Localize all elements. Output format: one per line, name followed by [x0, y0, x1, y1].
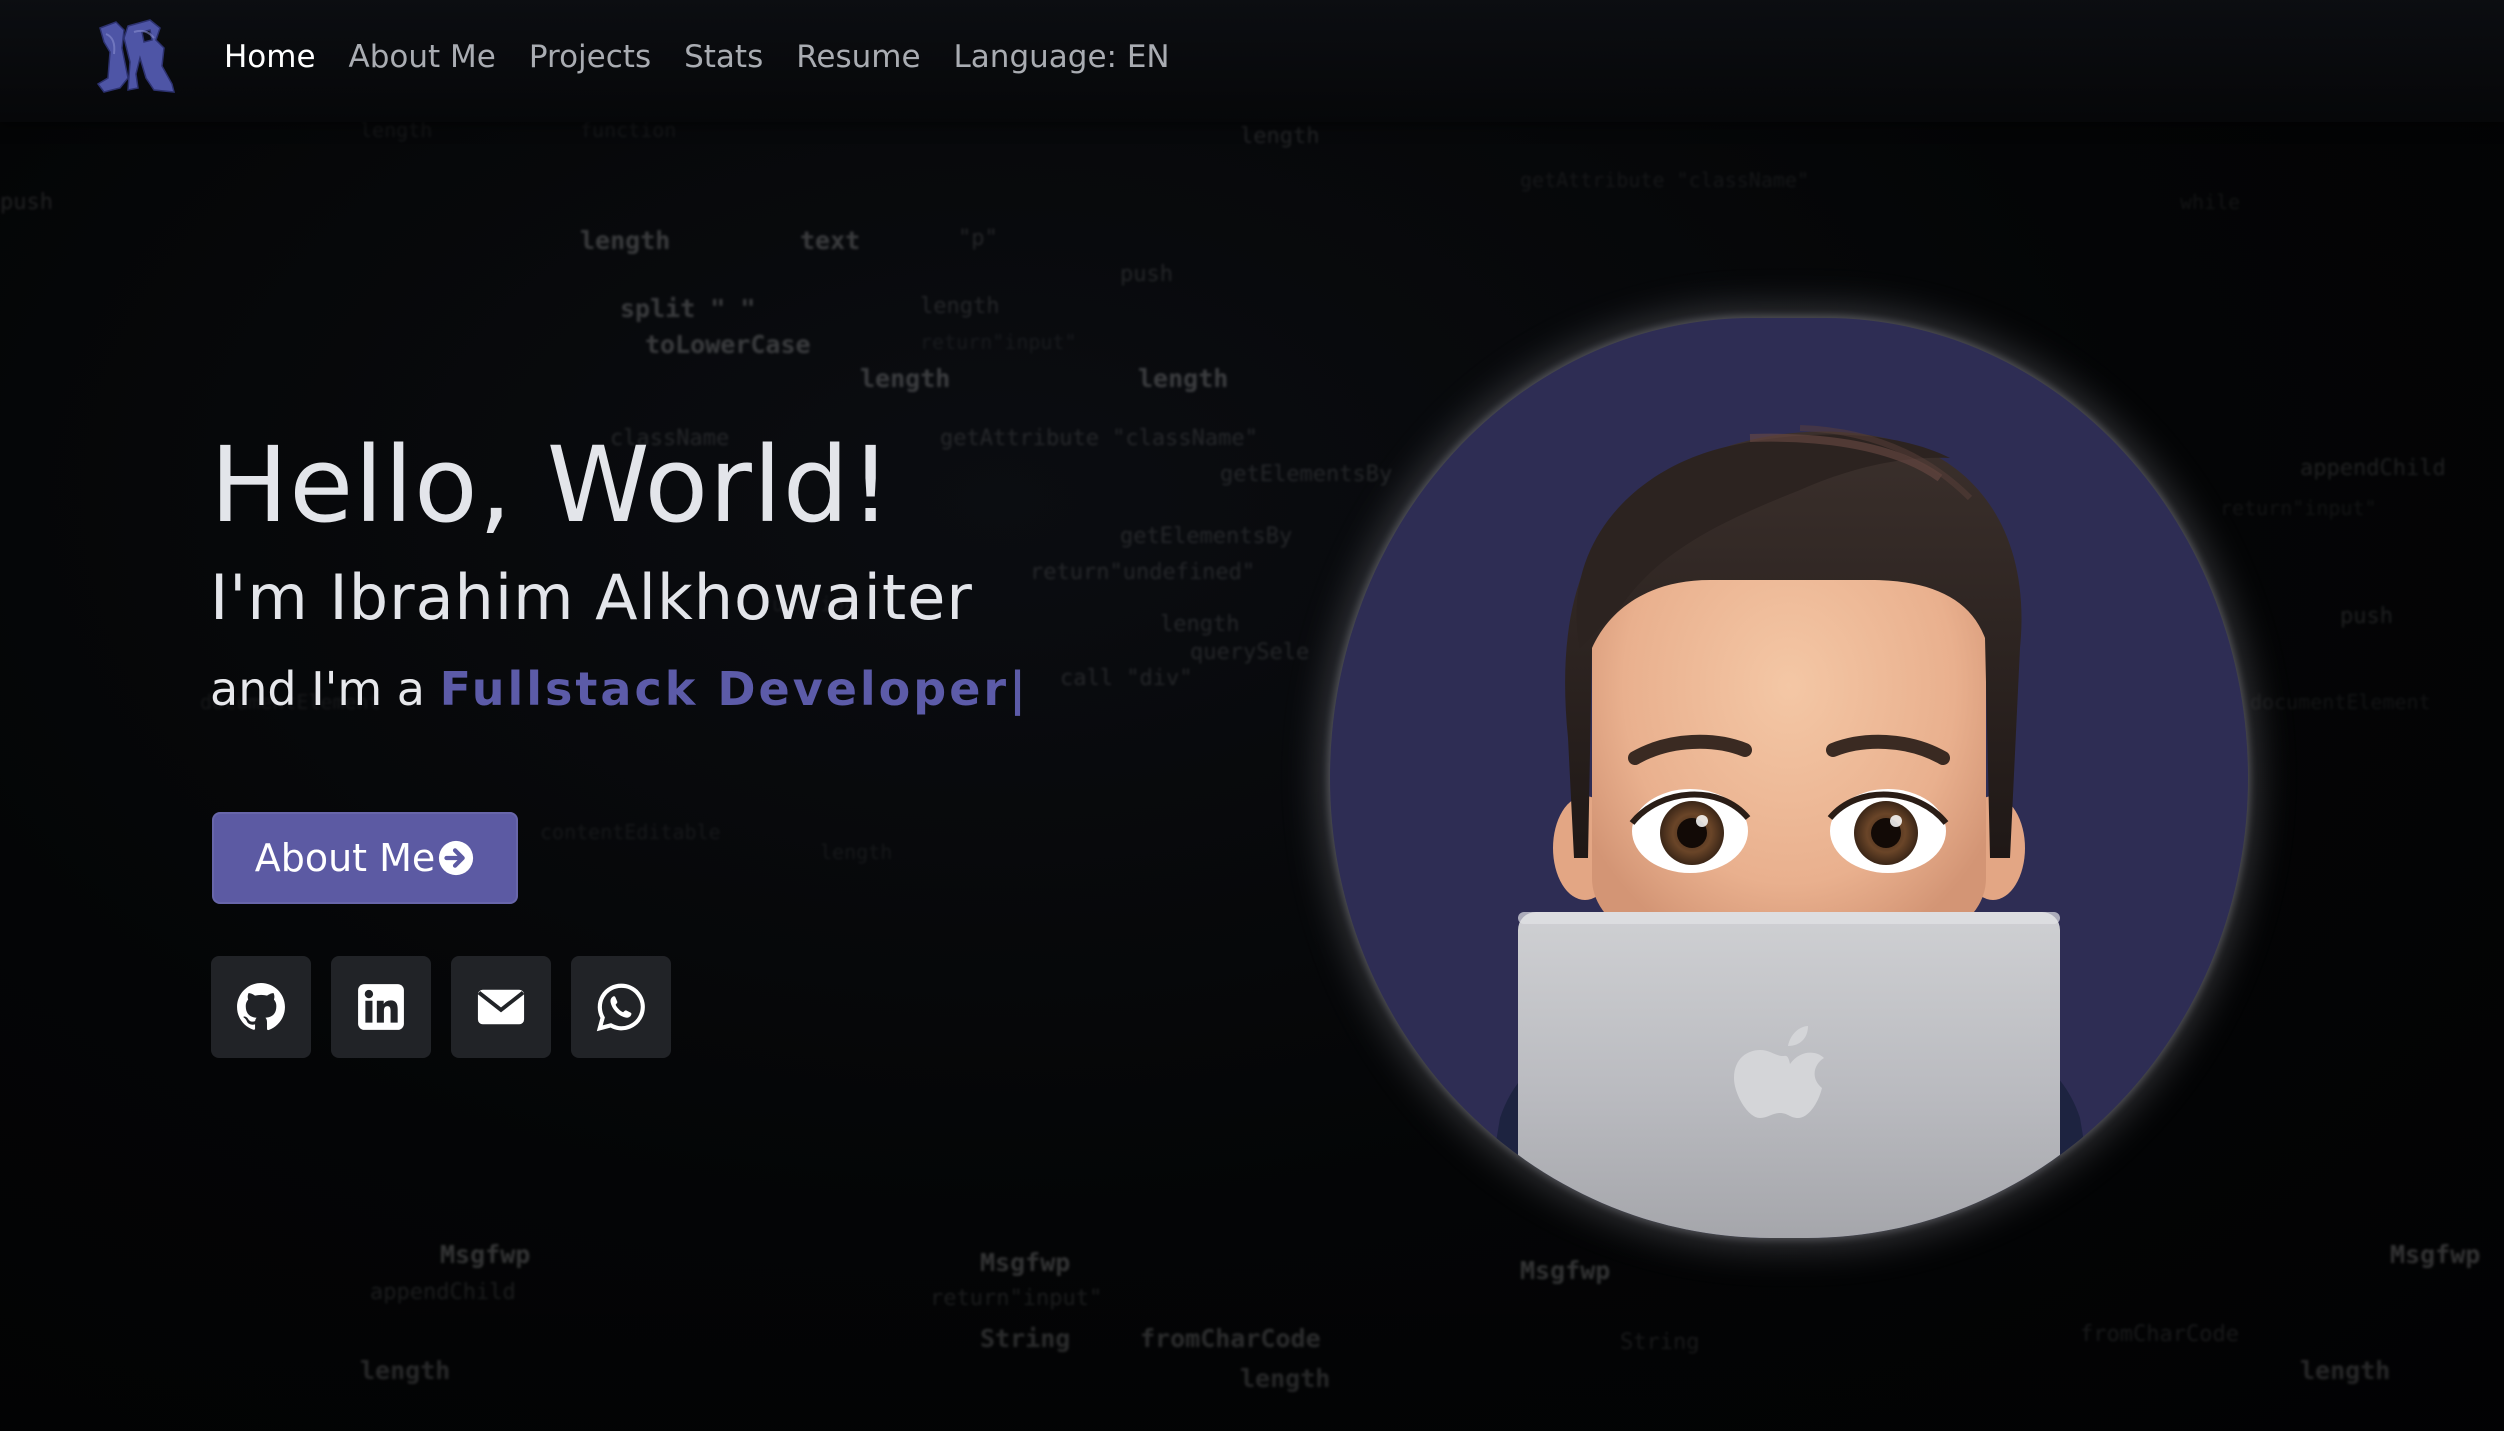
bg-code-word: Msgfwp — [2390, 1240, 2481, 1269]
bg-code-word: length — [1160, 612, 1240, 637]
avatar-illustration — [1480, 425, 2100, 1238]
github-icon — [237, 983, 285, 1031]
hero-role-prefix: and I'm a — [210, 662, 440, 716]
linkedin-icon — [358, 984, 404, 1030]
bg-code-word: fromCharCode — [2080, 1322, 2239, 1347]
bg-code-word: return"input" — [930, 1286, 1103, 1311]
bg-code-word: text — [800, 226, 861, 255]
bg-code-word: length — [580, 226, 671, 255]
bg-code-word: getElementsBy — [1220, 462, 1393, 487]
bg-code-word: length — [360, 1356, 451, 1385]
typing-cursor: | — [1009, 662, 1026, 716]
arrow-circle-right-icon — [439, 840, 474, 876]
bg-code-word: return"input" — [2220, 496, 2377, 520]
bg-code-word: getAttribute "className" — [1520, 168, 1809, 192]
bg-code-word: getElementsBy — [1120, 524, 1293, 549]
bg-code-word: push — [1120, 262, 1173, 287]
nav-link-projects[interactable]: Projects — [529, 34, 651, 80]
bg-code-word: while — [2180, 190, 2241, 214]
bg-code-word: String — [980, 1324, 1071, 1353]
bg-code-word: return"undefined" — [1030, 560, 1256, 585]
email-button[interactable] — [451, 956, 551, 1058]
bg-code-word: Msgfwp — [980, 1248, 1071, 1277]
hero-role-line: and I'm a Fullstack Developer| — [210, 658, 1026, 720]
bg-code-word: Msgfwp — [1520, 1256, 1611, 1285]
page: length function length getAttribute "cla… — [0, 0, 2504, 1431]
bg-code-word: length — [860, 364, 951, 393]
bg-code-word: appendChild — [370, 1280, 516, 1305]
hero-greeting: Hello, World! — [210, 424, 893, 546]
nav-link-resume[interactable]: Resume — [796, 34, 920, 80]
nav-link-language[interactable]: Language: EN — [954, 34, 1170, 80]
memoji-laptop-avatar — [1330, 318, 2248, 1238]
nav-link-stats[interactable]: Stats — [684, 34, 763, 80]
bg-code-word: return"input" — [920, 330, 1077, 354]
bottom-fade — [0, 1230, 2504, 1431]
envelope-icon — [477, 989, 525, 1025]
bg-code-word: String — [1620, 1330, 1700, 1355]
nav-link-home[interactable]: Home — [224, 34, 316, 80]
monogram-logo-icon[interactable] — [94, 18, 178, 96]
bg-code-word: call "div" — [1060, 666, 1193, 691]
whatsapp-button[interactable] — [571, 956, 671, 1058]
bg-code-word: fromCharCode — [1140, 1324, 1321, 1353]
bg-code-word: length — [1138, 364, 1229, 393]
bg-code-word: push — [0, 190, 53, 215]
bg-code-word: toLowerCase — [645, 330, 811, 359]
bg-code-word: split " " — [620, 294, 756, 323]
bg-code-word: length — [920, 294, 1000, 319]
bg-code-word: push — [2340, 604, 2393, 629]
social-links — [211, 956, 671, 1058]
bg-code-word: documentElement — [2250, 690, 2431, 714]
bg-code-word: Msgfwp — [440, 1240, 531, 1269]
about-me-button[interactable]: About Me — [212, 812, 518, 904]
bg-code-word: length — [1240, 124, 1320, 149]
linkedin-button[interactable] — [331, 956, 431, 1058]
navbar: Home About Me Projects Stats Resume Lang… — [0, 0, 2504, 122]
whatsapp-icon — [596, 983, 645, 1032]
bg-code-word: length — [1240, 1364, 1331, 1393]
bg-code-word: appendChild — [2300, 456, 2446, 481]
hero-intro: I'm Ibrahim Alkhowaiter — [210, 561, 973, 634]
bg-code-word: length — [2300, 1356, 2391, 1385]
bg-code-word: querySele — [1190, 640, 1310, 665]
about-me-button-label: About Me — [254, 836, 436, 880]
bg-code-word: "p" — [958, 226, 998, 251]
nav-link-about-me[interactable]: About Me — [349, 34, 496, 80]
github-button[interactable] — [211, 956, 311, 1058]
bg-code-word: contentEditable — [540, 820, 721, 844]
nav-links: Home About Me Projects Stats Resume Lang… — [224, 34, 1170, 80]
bg-code-word: length — [820, 840, 893, 864]
hero-role: Fullstack Developer — [439, 662, 1010, 716]
hero-section: Hello, World! I'm Ibrahim Alkhowaiter an… — [210, 420, 1026, 720]
